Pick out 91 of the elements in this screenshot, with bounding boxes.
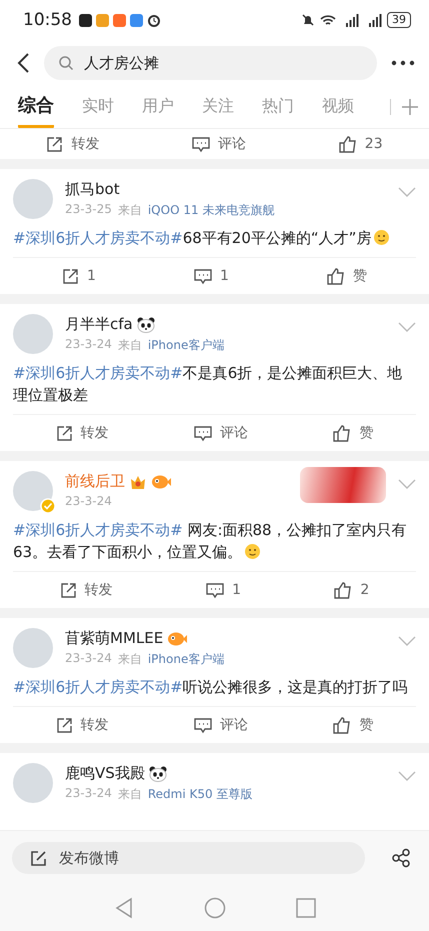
comment-icon bbox=[192, 136, 210, 152]
like-button[interactable]: 23 bbox=[334, 134, 387, 154]
share-icon bbox=[56, 424, 73, 442]
app-icon bbox=[130, 14, 143, 26]
user-name[interactable]: 前线后卫 bbox=[65, 472, 125, 491]
post-date: 23-3-24 bbox=[65, 651, 112, 667]
thumbs-up-icon bbox=[338, 136, 357, 152]
source-link[interactable]: iQOO 11 未来电竞旗舰 bbox=[148, 202, 274, 219]
alarm-icon bbox=[147, 13, 161, 27]
repost-button[interactable]: 转发 bbox=[56, 579, 117, 601]
chevron-down-icon[interactable] bbox=[398, 187, 416, 197]
chevron-down-icon[interactable] bbox=[398, 636, 416, 646]
source-label: 来自 bbox=[118, 202, 142, 219]
status-time: 10:58 bbox=[23, 10, 72, 30]
chevron-down-icon[interactable] bbox=[398, 322, 416, 332]
share-icon bbox=[46, 136, 64, 152]
back-icon[interactable] bbox=[16, 52, 30, 74]
app-icon bbox=[79, 14, 92, 26]
source-link[interactable]: Redmi K50 至尊版 bbox=[148, 786, 252, 803]
more-icon[interactable] bbox=[391, 60, 415, 66]
thumbs-up-icon bbox=[334, 582, 352, 598]
app-icon bbox=[113, 14, 126, 26]
like-button[interactable]: 2 bbox=[330, 580, 374, 600]
comment-button[interactable]: 评论 bbox=[190, 714, 252, 736]
share-icon bbox=[62, 268, 80, 284]
topic-link[interactable]: #深圳6折人才房卖不动# bbox=[13, 229, 183, 247]
add-icon[interactable] bbox=[401, 98, 419, 116]
repost-button[interactable]: 1 bbox=[58, 266, 100, 286]
thumbs-up-icon bbox=[326, 268, 345, 284]
panda-icon bbox=[148, 766, 167, 782]
post-text: #深圳6折人才房卖不动#68平有20平公摊的“人才”房 bbox=[13, 227, 416, 249]
repost-button[interactable]: 转发 bbox=[52, 422, 113, 444]
comment-button[interactable]: 评论 bbox=[188, 133, 250, 155]
source-label: 来自 bbox=[118, 786, 142, 803]
like-button[interactable]: 赞 bbox=[322, 265, 371, 287]
user-name[interactable]: 苜紫萌MMLEE bbox=[65, 629, 164, 648]
chevron-down-icon[interactable] bbox=[398, 479, 416, 489]
avatar[interactable] bbox=[13, 471, 53, 511]
comment-button[interactable]: 评论 bbox=[190, 422, 252, 444]
search-icon bbox=[58, 55, 74, 71]
home-nav-icon[interactable] bbox=[204, 897, 226, 919]
avatar[interactable] bbox=[13, 763, 53, 803]
user-name[interactable]: 月半半cfa bbox=[65, 315, 133, 334]
recents-nav-icon[interactable] bbox=[296, 898, 316, 918]
post-text: #深圳6折人才房卖不动#听说公摊很多，这是真的打折了吗 bbox=[13, 677, 409, 698]
chevron-down-icon[interactable] bbox=[398, 771, 416, 781]
comment-icon bbox=[194, 716, 212, 734]
comment-button[interactable]: 1 bbox=[190, 266, 233, 286]
source-link[interactable]: iPhone客户端 bbox=[148, 337, 224, 354]
post-date: 23-3-25 bbox=[65, 202, 112, 218]
wifi-icon bbox=[320, 14, 336, 26]
avatar[interactable] bbox=[13, 179, 53, 219]
compose-button[interactable]: 发布微博 bbox=[12, 842, 365, 874]
comment-icon bbox=[194, 424, 212, 442]
app-icon bbox=[96, 14, 109, 26]
like-button[interactable]: 赞 bbox=[329, 714, 378, 736]
search-field[interactable]: 人才房公摊 bbox=[44, 46, 377, 80]
edit-icon bbox=[30, 850, 47, 866]
post-text: #深圳6折人才房卖不动#不是真6折，是公摊面积巨大、地理位置极差 bbox=[13, 363, 404, 406]
bell-muted-icon bbox=[301, 13, 315, 27]
repost-button[interactable]: 转发 bbox=[42, 133, 104, 155]
share-icon bbox=[56, 716, 73, 734]
share-icon[interactable] bbox=[391, 848, 411, 868]
battery-level: 39 bbox=[387, 12, 411, 28]
thumbs-up-icon bbox=[333, 716, 352, 734]
post-date: 23-3-24 bbox=[65, 337, 112, 353]
repost-button[interactable]: 转发 bbox=[52, 714, 113, 736]
comment-icon bbox=[206, 582, 224, 598]
comment-icon bbox=[194, 268, 212, 284]
like-button[interactable]: 赞 bbox=[329, 422, 378, 444]
share-icon bbox=[60, 582, 77, 598]
user-name[interactable]: 抓马bot bbox=[65, 180, 120, 199]
post-date: 23-3-24 bbox=[65, 494, 112, 508]
post-date: 23-3-24 bbox=[65, 786, 112, 802]
back-nav-icon[interactable] bbox=[114, 897, 134, 919]
topic-link[interactable]: #深圳6折人才房卖不动# bbox=[13, 678, 183, 696]
source-label: 来自 bbox=[118, 337, 142, 354]
source-link[interactable]: iPhone客户端 bbox=[148, 651, 224, 668]
avatar[interactable] bbox=[13, 314, 53, 354]
topic-link[interactable]: #深圳6折人才房卖不动# bbox=[13, 521, 183, 539]
panda-icon bbox=[136, 316, 155, 332]
thumbs-up-icon bbox=[333, 424, 352, 442]
comment-button[interactable]: 1 bbox=[202, 580, 245, 600]
fish-icon bbox=[167, 630, 188, 646]
user-name[interactable]: 鹿鸣VS我殿 bbox=[65, 764, 145, 783]
fish-icon bbox=[151, 474, 171, 490]
post-text: #深圳6折人才房卖不动# 网友:面积88，公摊扣了室内只有63。去看了下面积小，位置又偏。 bbox=[13, 520, 408, 563]
crown-icon bbox=[129, 474, 147, 490]
source-label: 来自 bbox=[118, 651, 142, 668]
topic-link[interactable]: #深圳6折人才房卖不动# bbox=[13, 364, 183, 382]
avatar[interactable] bbox=[13, 628, 53, 668]
